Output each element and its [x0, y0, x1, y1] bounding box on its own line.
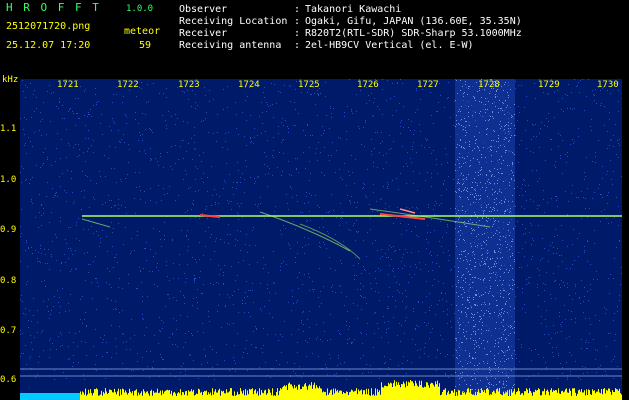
location-value: Ogaki, Gifu, JAPAN (136.60E, 35.35N) — [305, 16, 522, 27]
meteor-trail — [299, 223, 361, 260]
time-tick-label: 1725 — [298, 80, 320, 90]
observer-value: Takanori Kawachi — [305, 4, 402, 15]
khz-unit-label: kHz — [2, 75, 19, 85]
y-tick-label: 0.7 — [0, 326, 17, 336]
antenna-label: Receiving antenna — [179, 40, 282, 51]
app-version: 1.0.0 — [126, 4, 154, 14]
y-tick-label: 0.6 — [0, 375, 17, 385]
time-tick-label: 1721 — [57, 80, 79, 90]
meteor-trail — [81, 218, 111, 228]
signal-level-bars — [80, 380, 622, 400]
noise-speckle — [20, 79, 622, 380]
location-separator: : — [294, 16, 301, 27]
time-tick-label: 1723 — [178, 80, 200, 90]
time-tick-label: 1727 — [417, 80, 439, 90]
hrofft-window: { "header": { "app_title": "H R O F F T"… — [0, 0, 629, 400]
app-title: H R O F F T — [6, 1, 101, 14]
y-tick-label: 1.1 — [0, 124, 17, 134]
location-label: Receiving Location — [179, 16, 288, 27]
antenna-value: 2el-HB9CV Vertical (el. E-W) — [305, 40, 474, 51]
capture-datetime: 25.12.07 17:20 — [6, 40, 91, 51]
file-name: 2512071720.png — [6, 21, 91, 32]
y-tick-label: 0.8 — [0, 276, 17, 286]
receiver-value: R820T2(RTL-SDR) SDR-Sharp 53.1000MHz — [305, 28, 522, 39]
receiver-label: Receiver — [179, 28, 228, 39]
receiver-separator: : — [294, 28, 301, 39]
signal-level-low — [20, 393, 80, 400]
antenna-separator: : — [294, 40, 301, 51]
observer-label: Observer — [179, 4, 228, 15]
time-tick-label: 1728 — [478, 80, 500, 90]
spectrogram-plot — [20, 79, 622, 400]
time-tick-label: 1724 — [238, 80, 260, 90]
time-tick-label: 1729 — [538, 80, 560, 90]
observer-separator: : — [294, 4, 301, 15]
meteor-head-echo — [399, 208, 416, 214]
spectrogram-canvas — [20, 79, 622, 400]
time-tick-label: 1722 — [117, 80, 139, 90]
meteor-count: 59 — [139, 40, 152, 51]
time-tick-label: 1726 — [357, 80, 379, 90]
meteor-label: meteor — [124, 26, 161, 37]
time-tick-label: 1730 — [597, 80, 619, 90]
y-tick-label: 1.0 — [0, 175, 17, 185]
y-tick-label: 0.9 — [0, 225, 17, 235]
